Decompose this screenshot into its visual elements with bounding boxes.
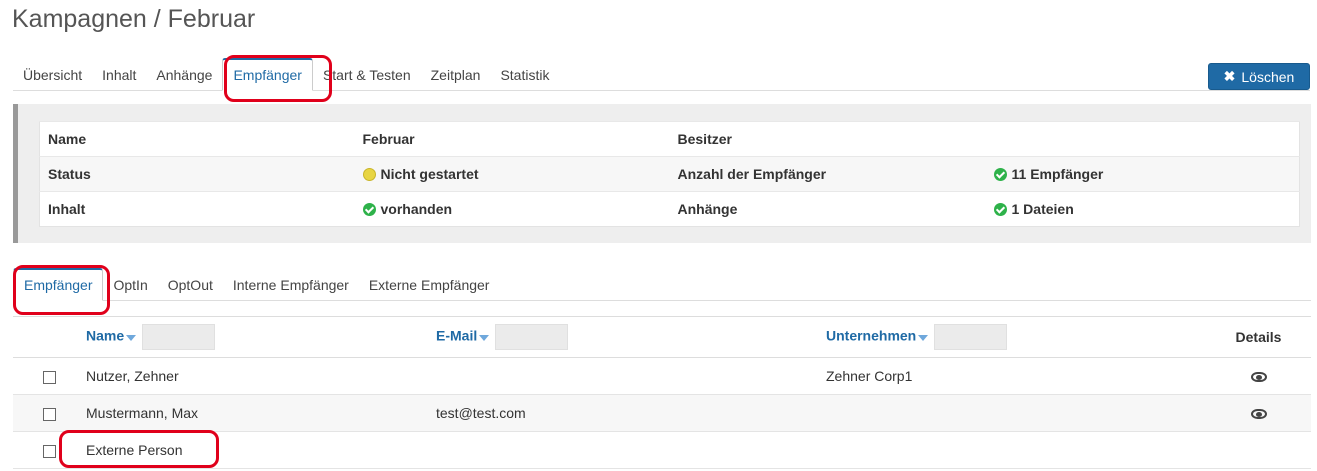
recipient-tabs: Empfänger OptIn OptOut Interne Empfänger… (13, 268, 1311, 301)
summary-row-status: Status Nicht gestartet Anzahl der Empfän… (39, 156, 1300, 192)
green-check-circle-icon (993, 168, 1007, 181)
details-cell (1206, 431, 1311, 469)
table-row: Externe Person (13, 431, 1311, 469)
campaign-tabs: Übersicht Inhalt Anhänge Empfänger Start… (13, 58, 1310, 91)
tab-attachments[interactable]: Anhänge (146, 67, 222, 90)
content-status: vorhanden (380, 201, 453, 217)
table-row: Nutzer, Zehner Zehner Corp1 (13, 357, 1311, 395)
column-company: Unternehmen (826, 316, 1206, 358)
summary-label: Besitzer (669, 121, 986, 157)
email-filter-input[interactable] (495, 324, 569, 350)
summary-label: Status (39, 156, 355, 192)
tab-schedule[interactable]: Zeitplan (421, 67, 491, 90)
row-checkbox-cell (13, 357, 86, 395)
delete-button-label: Löschen (1241, 68, 1295, 85)
recipient-email (436, 357, 826, 395)
row-checkbox[interactable] (43, 370, 56, 384)
name-filter-input[interactable] (142, 324, 216, 350)
summary-value: Februar (354, 121, 670, 157)
recipient-name: Externe Person (86, 431, 436, 469)
tab-overview[interactable]: Übersicht (13, 67, 92, 90)
summary-value: 1 Dateien (985, 191, 1300, 227)
recipient-name: Nutzer, Zehner (86, 357, 436, 395)
sort-icon[interactable] (479, 333, 490, 342)
campaign-summary-panel: Name Februar Besitzer Status Nicht gesta… (13, 104, 1311, 243)
tab-optout[interactable]: OptOut (158, 277, 223, 300)
eye-icon[interactable] (1250, 372, 1267, 383)
row-checkbox[interactable] (43, 407, 56, 421)
green-check-circle-icon (362, 203, 376, 216)
tab-optin[interactable]: OptIn (103, 277, 157, 300)
column-company-label[interactable]: Unternehmen (826, 328, 916, 344)
times-icon: ✖ (1223, 68, 1236, 84)
row-checkbox-cell (13, 431, 86, 469)
recipient-company (826, 431, 1206, 469)
tab-statistics[interactable]: Statistik (490, 67, 559, 90)
summary-row-name: Name Februar Besitzer (39, 121, 1300, 157)
tab-internal-recipients[interactable]: Interne Empfänger (223, 277, 359, 300)
summary-value (985, 121, 1300, 157)
column-name-label[interactable]: Name (86, 328, 124, 344)
row-checkbox-cell (13, 394, 86, 432)
recipient-company (826, 394, 1206, 432)
recipient-count: 11 Empfänger (1011, 166, 1104, 182)
summary-label: Name (39, 121, 355, 157)
recipient-company: Zehner Corp1 (826, 357, 1206, 395)
sort-icon[interactable] (918, 333, 929, 342)
summary-value: 11 Empfänger (985, 156, 1300, 192)
green-check-circle-icon (993, 203, 1007, 216)
summary-label: Anhänge (669, 191, 986, 227)
header-checkbox-cell (13, 316, 86, 358)
column-email-label[interactable]: E-Mail (436, 328, 477, 344)
campaign-summary-table: Name Februar Besitzer Status Nicht gesta… (39, 121, 1300, 227)
page-title: Kampagnen / Februar (12, 5, 256, 33)
tab-external-recipients[interactable]: Externe Empfänger (359, 277, 500, 300)
table-row: Mustermann, Max test@test.com (13, 394, 1311, 432)
recipient-email (436, 431, 826, 469)
summary-value: Nicht gestartet (354, 156, 670, 192)
tab-recipients[interactable]: Empfänger (222, 58, 313, 91)
summary-label: Inhalt (39, 191, 355, 227)
row-checkbox[interactable] (43, 444, 56, 458)
column-email: E-Mail (436, 316, 826, 358)
delete-button[interactable]: ✖ Löschen (1208, 63, 1310, 90)
summary-label: Anzahl der Empfänger (669, 156, 986, 192)
details-cell (1206, 394, 1311, 432)
sort-icon[interactable] (126, 333, 137, 342)
recipient-email: test@test.com (436, 394, 826, 432)
tab-content[interactable]: Inhalt (92, 67, 146, 90)
eye-icon[interactable] (1250, 409, 1267, 420)
yellow-circle-icon (362, 168, 376, 181)
details-cell (1206, 357, 1311, 395)
tab-start-test[interactable]: Start & Testen (313, 67, 421, 90)
tab-recipients-all[interactable]: Empfänger (13, 268, 104, 301)
recipient-name: Mustermann, Max (86, 394, 436, 432)
summary-value: vorhanden (354, 191, 670, 227)
grid-header: Name E-Mail Unternehmen Details (13, 316, 1311, 358)
summary-row-content: Inhalt vorhanden Anhänge 1 Dateien (39, 191, 1300, 227)
attachment-count: 1 Dateien (1011, 201, 1074, 217)
column-details: Details (1206, 316, 1311, 358)
status-text: Nicht gestartet (380, 166, 479, 182)
company-filter-input[interactable] (934, 324, 1008, 350)
recipients-grid: Name E-Mail Unternehmen Details Nutzer, … (13, 316, 1311, 469)
column-name: Name (86, 316, 436, 358)
